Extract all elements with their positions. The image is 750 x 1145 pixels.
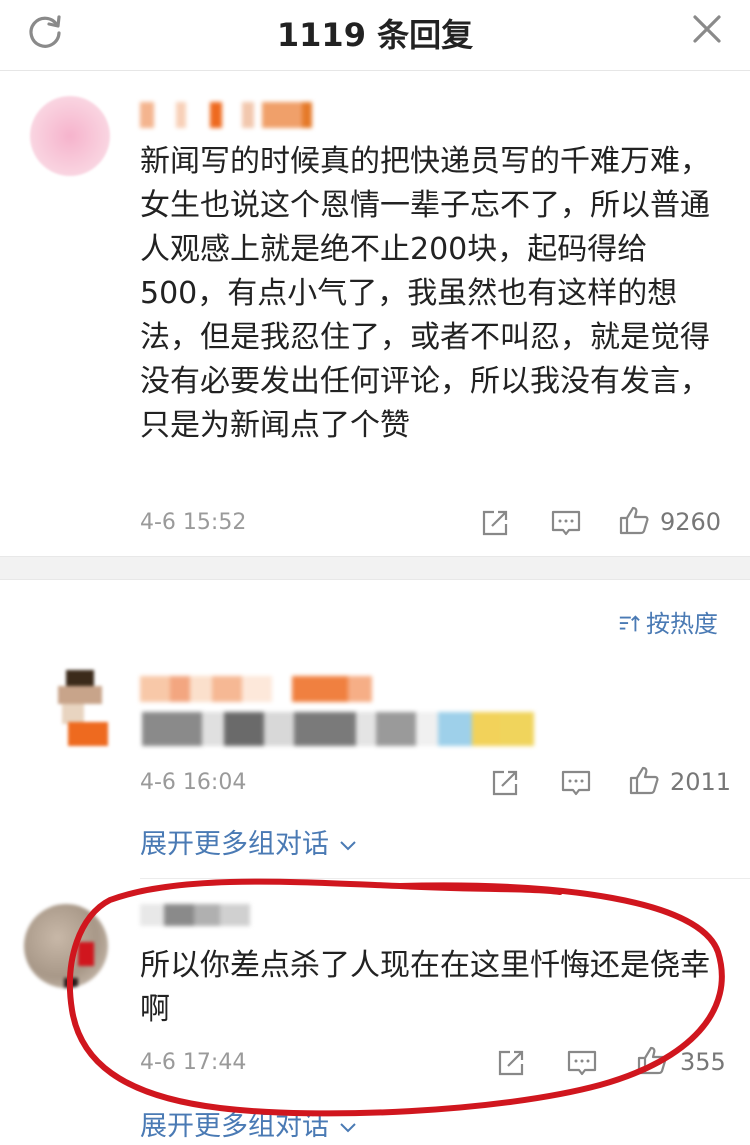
section-divider	[0, 556, 750, 580]
chevron-down-icon	[339, 1123, 356, 1133]
reply-icon[interactable]	[566, 1048, 598, 1078]
like-count: 9260	[660, 508, 722, 536]
comment-time: 4-6 17:44	[140, 1050, 247, 1075]
comment-text: 新闻写的时候真的把快递员写的千难万难，女生也说这个恩情一辈子忘不了，所以普通人观…	[140, 144, 710, 443]
username-blurred[interactable]	[140, 904, 250, 926]
close-icon[interactable]	[690, 12, 724, 46]
reply-icon[interactable]	[550, 508, 582, 538]
expand-label: 展开更多组对话	[140, 829, 329, 860]
share-icon[interactable]	[480, 508, 510, 538]
share-icon[interactable]	[490, 768, 520, 798]
avatar[interactable]	[48, 670, 112, 750]
reply-icon[interactable]	[560, 768, 592, 798]
expand-label: 展开更多组对话	[140, 1111, 329, 1142]
share-icon[interactable]	[496, 1048, 526, 1078]
comment-text-blurred	[142, 712, 534, 746]
expand-thread-link[interactable]: 展开更多组对话	[140, 1104, 358, 1143]
sort-label: 按热度	[646, 610, 718, 638]
divider	[140, 878, 750, 879]
username-blurred[interactable]	[140, 676, 372, 702]
comment-time: 4-6 16:04	[140, 770, 247, 795]
like-icon[interactable]	[628, 764, 660, 796]
header-bar: 1119 条回复	[0, 0, 750, 71]
page-title: 1119 条回复	[276, 16, 474, 54]
sort-button[interactable]: 按热度	[618, 604, 718, 639]
chevron-down-icon	[339, 841, 356, 851]
like-count: 2011	[670, 768, 732, 796]
like-icon[interactable]	[636, 1044, 668, 1076]
avatar[interactable]	[30, 96, 110, 176]
username-blurred[interactable]	[140, 102, 330, 128]
like-count: 355	[680, 1048, 726, 1076]
comment-text: 所以你差点杀了人现在在这里忏悔还是侥幸啊	[140, 948, 710, 1027]
like-icon[interactable]	[618, 504, 650, 536]
comment-time: 4-6 15:52	[140, 510, 247, 535]
sort-icon	[619, 615, 640, 632]
expand-thread-link[interactable]: 展开更多组对话	[140, 822, 358, 861]
avatar[interactable]	[24, 904, 108, 988]
